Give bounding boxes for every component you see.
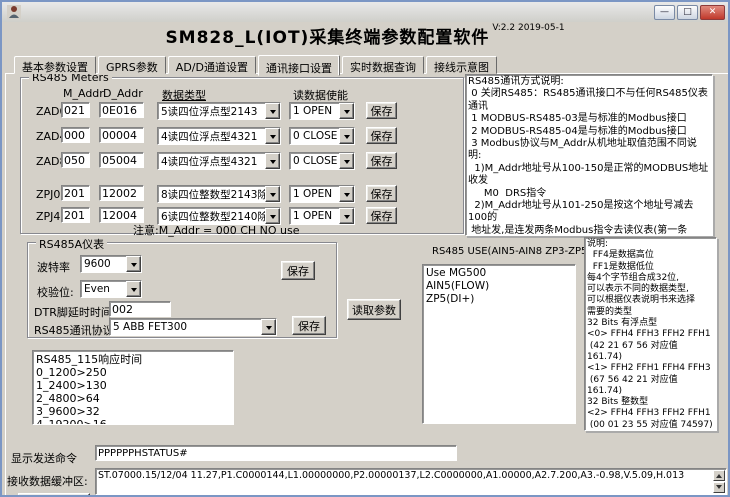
selected-data-type: 8读四位整数型2143除10 [158, 187, 265, 202]
tab-basic-params[interactable]: 基本参数设置 [14, 56, 96, 74]
selected-parity: Even [81, 283, 126, 295]
save-button[interactable]: 保存 [366, 152, 397, 169]
chevron-down-icon[interactable] [265, 186, 280, 202]
selected-data-type: 5读四位浮点型2143 [158, 104, 265, 119]
read-enable-select[interactable]: 1 OPEN [289, 185, 355, 203]
selected-protocol: 5 ABB FET300 [110, 321, 261, 333]
tab-wiring-diagram[interactable]: 接线示意图 [426, 56, 497, 74]
meter-row-label: ZPJ4 [36, 210, 60, 223]
rs485-comm-mode-help: RS485通讯方式说明: 0 关闭RS485：RS485通讯接口不与任何RS48… [465, 74, 713, 236]
baud-delay-listbox[interactable]: RS485_115响应时间 0_1200>250 1_2400>130 2_48… [32, 350, 234, 425]
meter-row-label: ZPJ0 [36, 188, 60, 201]
data-type-select[interactable]: 8读四位整数型2143除10 [157, 185, 281, 203]
rs485-use-label: RS485 USE(AIN5-AIN8 ZP3-ZP5) [432, 246, 591, 257]
chevron-down-icon[interactable] [261, 319, 276, 335]
rs485-meters-group: RS485 Meters M_Addr D_Addr 数据类型 读数据使能 ZA… [20, 77, 464, 234]
m-addr-input[interactable] [61, 102, 90, 118]
read-enable-select[interactable]: 0 CLOSE [289, 127, 355, 145]
d-addr-input[interactable] [99, 102, 144, 118]
titlebar: — □ ✕ [2, 2, 728, 22]
d-addr-input[interactable] [99, 185, 144, 201]
m-addr-input[interactable] [61, 127, 90, 143]
chevron-down-icon[interactable] [265, 153, 280, 169]
group-title: RS485A仪表 [36, 236, 107, 252]
tab-strip: 基本参数设置 GPRS参数 AD/D通道设置 通讯接口设置 实时数据查询 接线示… [14, 55, 499, 74]
rs485a-meter-group: RS485A仪表 波特率 9600 校验位: Even DTR脚延时时间: RS… [27, 242, 337, 338]
d-addr-input[interactable] [99, 152, 144, 168]
receive-buffer-text: ST.07000.15/12/04 11.27,P1.C0000144,L1.0… [98, 470, 684, 481]
column-header-data-type: 数据类型 [162, 87, 206, 103]
read-params-button[interactable]: 读取参数 [347, 299, 401, 320]
chevron-down-icon[interactable] [339, 208, 354, 224]
scroll-up-icon[interactable] [713, 470, 725, 481]
dtr-delay-input[interactable] [109, 301, 171, 317]
selected-data-type: 4读四位浮点型4321 [158, 129, 265, 144]
save-button[interactable]: 保存 [366, 102, 397, 119]
data-format-help: 说明: FF4是数据高位 FF1是数据低位 每4个字节组合成32位, 可以表示不… [584, 237, 717, 431]
app-icon [7, 5, 21, 19]
d-addr-input[interactable] [99, 127, 144, 143]
close-button[interactable]: ✕ [700, 5, 725, 20]
minimize-button[interactable]: — [654, 5, 675, 20]
parity-select[interactable]: Even [80, 280, 142, 298]
baud-rate-select[interactable]: 9600 [80, 255, 142, 273]
m-addr-input[interactable] [61, 207, 90, 223]
selected-read-enable: 1 OPEN [290, 188, 339, 200]
read-enable-select[interactable]: 1 OPEN [289, 102, 355, 120]
m-addr-input[interactable] [61, 185, 90, 201]
data-type-select[interactable]: 4读四位浮点型4321 [157, 152, 281, 170]
m-addr-input[interactable] [61, 152, 90, 168]
data-type-select[interactable]: 4读四位浮点型4321 [157, 127, 281, 145]
d-addr-input[interactable] [99, 207, 144, 223]
send-command-input[interactable] [95, 445, 457, 461]
tab-gprs-params[interactable]: GPRS参数 [98, 56, 166, 74]
protocol-select[interactable]: 5 ABB FET300 [109, 318, 277, 336]
m-addr-note: 注意:M_Addr = 000 CH NO use [133, 222, 300, 238]
scrollbar[interactable] [713, 470, 725, 493]
maximize-button[interactable]: □ [677, 5, 698, 20]
page-title: SM828_L(IOT)采集终端参数配置软件 [165, 28, 489, 48]
chevron-down-icon[interactable] [339, 153, 354, 169]
send-command-label: 显示发送命令 [11, 450, 77, 466]
selected-baud: 9600 [81, 258, 126, 270]
chevron-down-icon[interactable] [339, 186, 354, 202]
save-button[interactable]: 保存 [366, 207, 397, 224]
protocol-label: RS485通讯协议 [34, 322, 114, 338]
selected-data-type: 4读四位浮点型4321 [158, 154, 265, 169]
chevron-down-icon[interactable] [339, 103, 354, 119]
app-window: — □ ✕ SM828_L(IOT)采集终端参数配置软件V:2.2 2019-0… [0, 0, 730, 497]
save-button[interactable]: 保存 [281, 261, 315, 280]
chevron-down-icon[interactable] [265, 128, 280, 144]
tab-page-comm-interface: RS485 Meters M_Addr D_Addr 数据类型 读数据使能 ZA… [5, 73, 729, 496]
tab-comm-interface[interactable]: 通讯接口设置 [258, 55, 340, 76]
selected-read-enable: 1 OPEN [290, 105, 339, 117]
read-enable-select[interactable]: 0 CLOSE [289, 152, 355, 170]
selected-read-enable: 1 OPEN [290, 210, 339, 222]
rs485-use-listbox[interactable]: Use MG500 AIN5(FLOW) ZP5(DI+) [422, 264, 576, 424]
tab-adc-channels[interactable]: AD/D通道设置 [168, 56, 256, 74]
chevron-down-icon[interactable] [126, 281, 141, 297]
chevron-down-icon[interactable] [126, 256, 141, 272]
scroll-down-icon[interactable] [713, 482, 725, 493]
chevron-down-icon[interactable] [265, 103, 280, 119]
data-type-select[interactable]: 5读四位浮点型2143 [157, 102, 281, 120]
receive-buffer-field[interactable]: ST.07000.15/12/04 11.27,P1.C0000144,L1.0… [95, 468, 727, 495]
tab-realtime-data[interactable]: 实时数据查询 [342, 56, 424, 74]
selected-read-enable: 0 CLOSE [290, 130, 339, 142]
baud-rate-label: 波特率 [37, 259, 70, 275]
save-button[interactable]: 保存 [292, 316, 326, 335]
column-header-read-enable: 读数据使能 [293, 87, 348, 103]
dtr-delay-label: DTR脚延时时间: [34, 304, 116, 320]
parity-label: 校验位: [37, 284, 74, 300]
chevron-down-icon[interactable] [339, 128, 354, 144]
column-header-m-addr: M_Addr [63, 87, 104, 100]
receive-buffer-label: 接收数据缓冲区: [7, 473, 88, 489]
version-label: V:2.2 2019-05-1 [492, 23, 564, 33]
header-row: SM828_L(IOT)采集终端参数配置软件V:2.2 2019-05-1 [2, 23, 728, 48]
clear-screen-button[interactable]: 清空界面 [18, 493, 90, 496]
column-header-d-addr: D_Addr [103, 87, 143, 100]
save-button[interactable]: 保存 [366, 127, 397, 144]
selected-read-enable: 0 CLOSE [290, 155, 339, 167]
save-button[interactable]: 保存 [366, 185, 397, 202]
